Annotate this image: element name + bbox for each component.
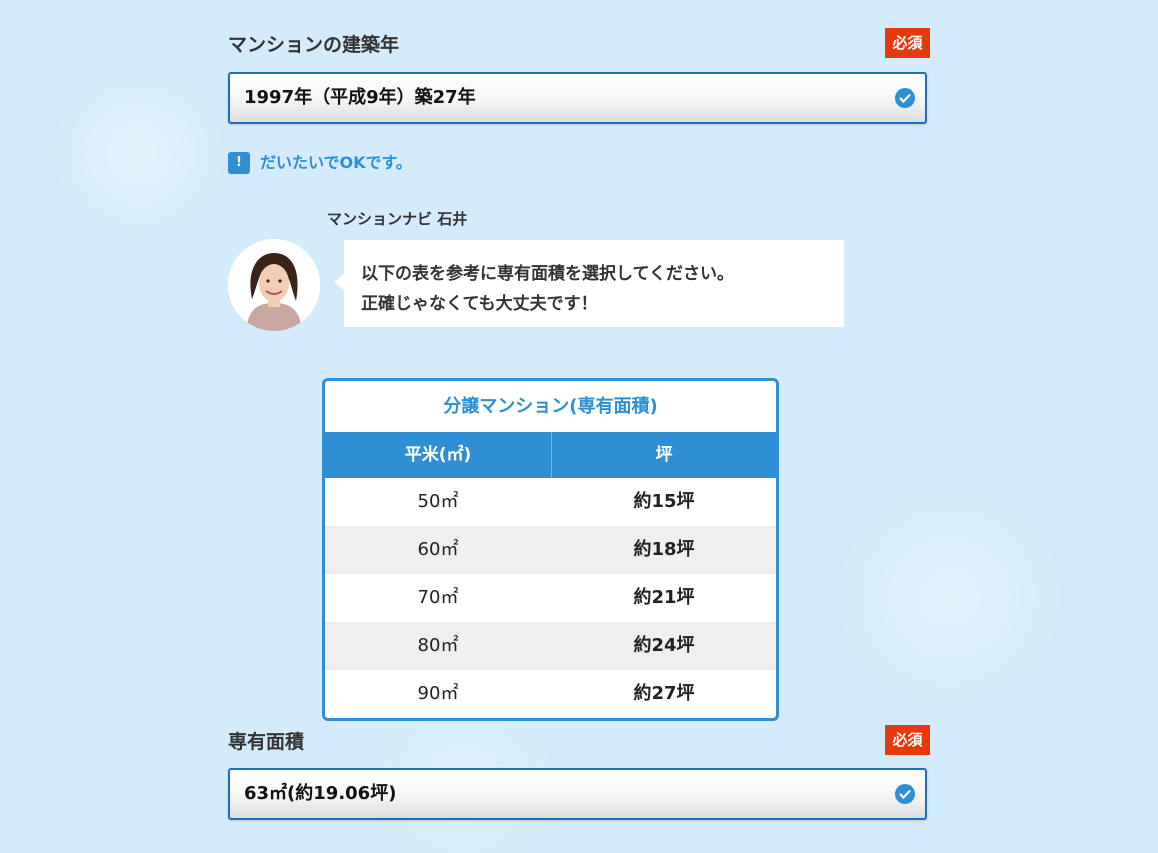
cell-square-meters: 70㎡ <box>417 587 459 608</box>
table-row: 70㎡ 約21坪 <box>325 574 776 622</box>
table-header: 平米(㎡) 坪 <box>325 432 776 478</box>
advisor-speech-bubble: 以下の表を参考に専有面積を選択してください。 正確じゃなくても大丈夫です！ <box>334 240 844 327</box>
header-square-meters: 平米(㎡) <box>404 445 472 465</box>
floor-area-select[interactable]: 63㎡(約19.06坪) <box>228 768 927 820</box>
build-year-label: マンションの建築年 <box>228 34 400 56</box>
advisor-name: マンションナビ 石井 <box>327 210 468 228</box>
cell-tsubo: 約27坪 <box>633 683 695 704</box>
advisor-message-line-1: 以下の表を参考に専有面積を選択してください。 <box>361 264 734 284</box>
cell-square-meters: 50㎡ <box>417 491 459 512</box>
cell-square-meters: 90㎡ <box>417 683 459 704</box>
table-row: 90㎡ 約27坪 <box>325 670 776 718</box>
floor-area-label: 専有面積 <box>228 731 305 753</box>
advisor-message-line-2: 正確じゃなくても大丈夫です！ <box>361 294 598 314</box>
cell-tsubo: 約24坪 <box>633 635 695 656</box>
required-badge: 必須 <box>885 28 930 58</box>
table-row: 50㎡ 約15坪 <box>325 478 776 526</box>
build-year-select[interactable]: 1997年（平成9年）築27年 <box>228 72 927 124</box>
area-conversion-table: 分譲マンション(専有面積) 平米(㎡) 坪 50㎡ 約15坪 60㎡ 約18坪 … <box>322 378 779 721</box>
cell-square-meters: 60㎡ <box>417 539 459 560</box>
build-year-value: 1997年（平成9年）築27年 <box>244 87 476 108</box>
cell-tsubo: 約18坪 <box>633 539 695 560</box>
table-row: 60㎡ 約18坪 <box>325 526 776 574</box>
exclamation-icon: ! <box>228 152 250 174</box>
advisor-avatar <box>228 239 320 331</box>
hint-text: だいたいでOKです。 <box>260 153 412 172</box>
cell-square-meters: 80㎡ <box>417 635 459 656</box>
cell-tsubo: 約15坪 <box>633 491 695 512</box>
check-circle-icon <box>895 784 915 804</box>
check-circle-icon <box>895 88 915 108</box>
table-title: 分譲マンション(専有面積) <box>443 396 658 417</box>
floor-area-value: 63㎡(約19.06坪) <box>244 783 397 804</box>
required-badge: 必須 <box>885 725 930 755</box>
cell-tsubo: 約21坪 <box>633 587 695 608</box>
table-row: 80㎡ 約24坪 <box>325 622 776 670</box>
header-tsubo: 坪 <box>655 445 673 465</box>
